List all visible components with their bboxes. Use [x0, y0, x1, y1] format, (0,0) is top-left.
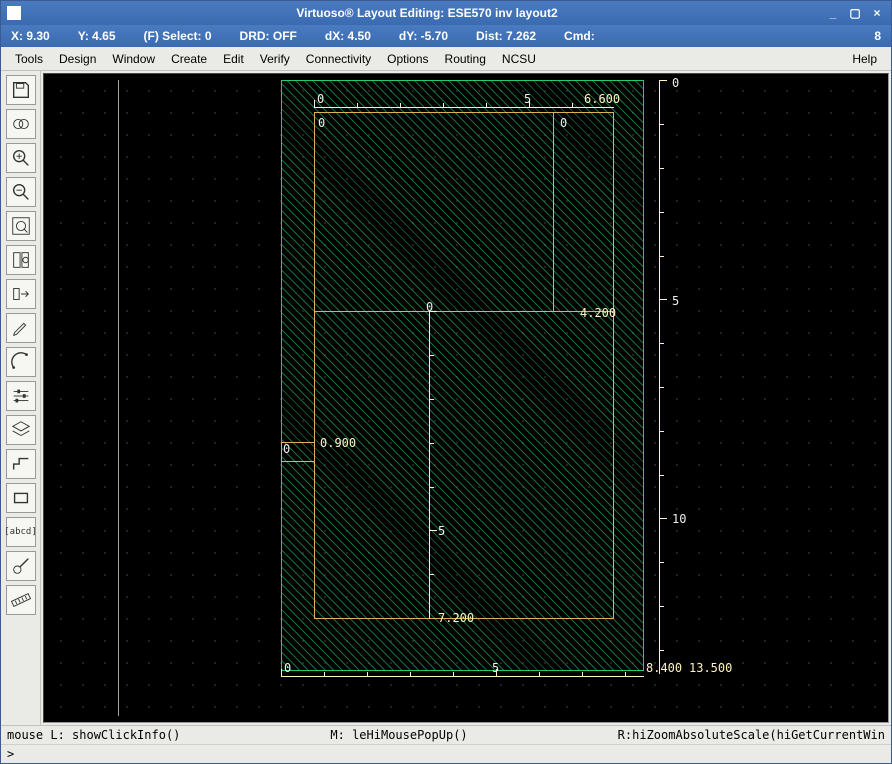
toolbar: [abcd] [1, 71, 41, 725]
abcd-icon[interactable]: [abcd] [6, 517, 36, 547]
status-dy: dY: -5.70 [399, 29, 448, 43]
pan-icon[interactable] [6, 245, 36, 275]
vertical-guide [118, 80, 119, 716]
rect-icon[interactable] [6, 483, 36, 513]
outer-zero-right: 0 [560, 116, 567, 130]
bottom-ruler [281, 676, 644, 690]
right-vruler-ten: 10 [672, 512, 686, 526]
window-title: Virtuoso® Layout Editing: ESE570 inv lay… [29, 6, 825, 20]
menu-window[interactable]: Window [104, 48, 163, 70]
menu-tools[interactable]: Tools [7, 48, 51, 70]
menu-ncsu[interactable]: NCSU [494, 48, 544, 70]
outer-zero-left: 0 [318, 116, 325, 130]
menu-verify[interactable]: Verify [252, 48, 298, 70]
status-dist: Dist: 7.262 [476, 29, 536, 43]
status-drd: DRD: OFF [240, 29, 297, 43]
pselect-outer-rect[interactable] [314, 112, 614, 619]
status-y: Y: 4.65 [78, 29, 116, 43]
arc-icon[interactable] [6, 347, 36, 377]
status-cmd: Cmd: [564, 29, 595, 43]
layers-icon[interactable] [6, 415, 36, 445]
outer-dim-bottom: 7.200 [438, 611, 474, 625]
mid-dim: 4.200 [580, 306, 616, 320]
status-right: 8 [874, 29, 881, 43]
menu-help[interactable]: Help [844, 48, 885, 70]
notch-dim: 0.900 [320, 436, 356, 450]
layout-canvas[interactable]: 0 5 6.600 0 0 0 4.200 [43, 73, 889, 723]
top-ruler [314, 107, 614, 121]
stretch-icon[interactable] [6, 279, 36, 309]
measure-icon[interactable] [6, 551, 36, 581]
status-select: (F) Select: 0 [144, 29, 212, 43]
mouse-left: mouse L: showClickInfo() [7, 728, 180, 742]
ruler-icon[interactable] [6, 585, 36, 615]
top-ruler-zero: 0 [317, 92, 324, 106]
right-vruler-zero: 0 [672, 76, 679, 90]
command-line[interactable]: > [1, 744, 891, 763]
bottom-ruler-mid: 5 [492, 661, 499, 675]
close-button[interactable]: × [869, 6, 885, 20]
right-vruler [659, 80, 673, 674]
menu-edit[interactable]: Edit [215, 48, 252, 70]
maximize-button[interactable]: ▢ [847, 6, 863, 20]
menu-connectivity[interactable]: Connectivity [298, 48, 379, 70]
center-vruler-mid: 5 [438, 524, 445, 538]
props-icon[interactable] [6, 381, 36, 411]
right-vruler-end: 13.500 [689, 661, 732, 675]
step-icon[interactable] [6, 449, 36, 479]
minimize-button[interactable]: _ [825, 6, 841, 20]
zoom-in-icon[interactable] [6, 143, 36, 173]
zoom-out-icon[interactable] [6, 177, 36, 207]
status-bar: X: 9.30 Y: 4.65 (F) Select: 0 DRD: OFF d… [1, 25, 891, 47]
titlebar[interactable]: Virtuoso® Layout Editing: ESE570 inv lay… [1, 1, 891, 25]
pencil-icon[interactable] [6, 313, 36, 343]
menu-routing[interactable]: Routing [437, 48, 494, 70]
center-vruler [429, 311, 443, 619]
zoom-area-icon[interactable] [6, 211, 36, 241]
menu-bar: Tools Design Window Create Edit Verify C… [1, 47, 891, 71]
app-icon [7, 6, 21, 20]
prompt: > [7, 747, 14, 761]
right-vruler-mid: 5 [672, 294, 679, 308]
mouse-mid: M: leHiMousePopUp() [330, 728, 467, 742]
save-icon[interactable] [6, 75, 36, 105]
status-x: X: 9.30 [11, 29, 50, 43]
menu-create[interactable]: Create [163, 48, 215, 70]
bottom-ruler-zero: 0 [284, 661, 291, 675]
mouse-hint-bar: mouse L: showClickInfo() M: leHiMousePop… [1, 725, 891, 744]
outer-dim-top: 6.600 [584, 92, 620, 106]
pselect-inner-vline [553, 112, 554, 311]
menu-design[interactable]: Design [51, 48, 104, 70]
top-ruler-mid: 5 [524, 92, 531, 106]
mouse-right: R:hiZoomAbsoluteScale(hiGetCurrentWin [618, 728, 885, 742]
tape-icon[interactable] [6, 109, 36, 139]
status-dx: dX: 4.50 [325, 29, 371, 43]
menu-options[interactable]: Options [379, 48, 436, 70]
notch-zero: 0 [283, 442, 290, 456]
pselect-mid-hline [314, 311, 614, 312]
